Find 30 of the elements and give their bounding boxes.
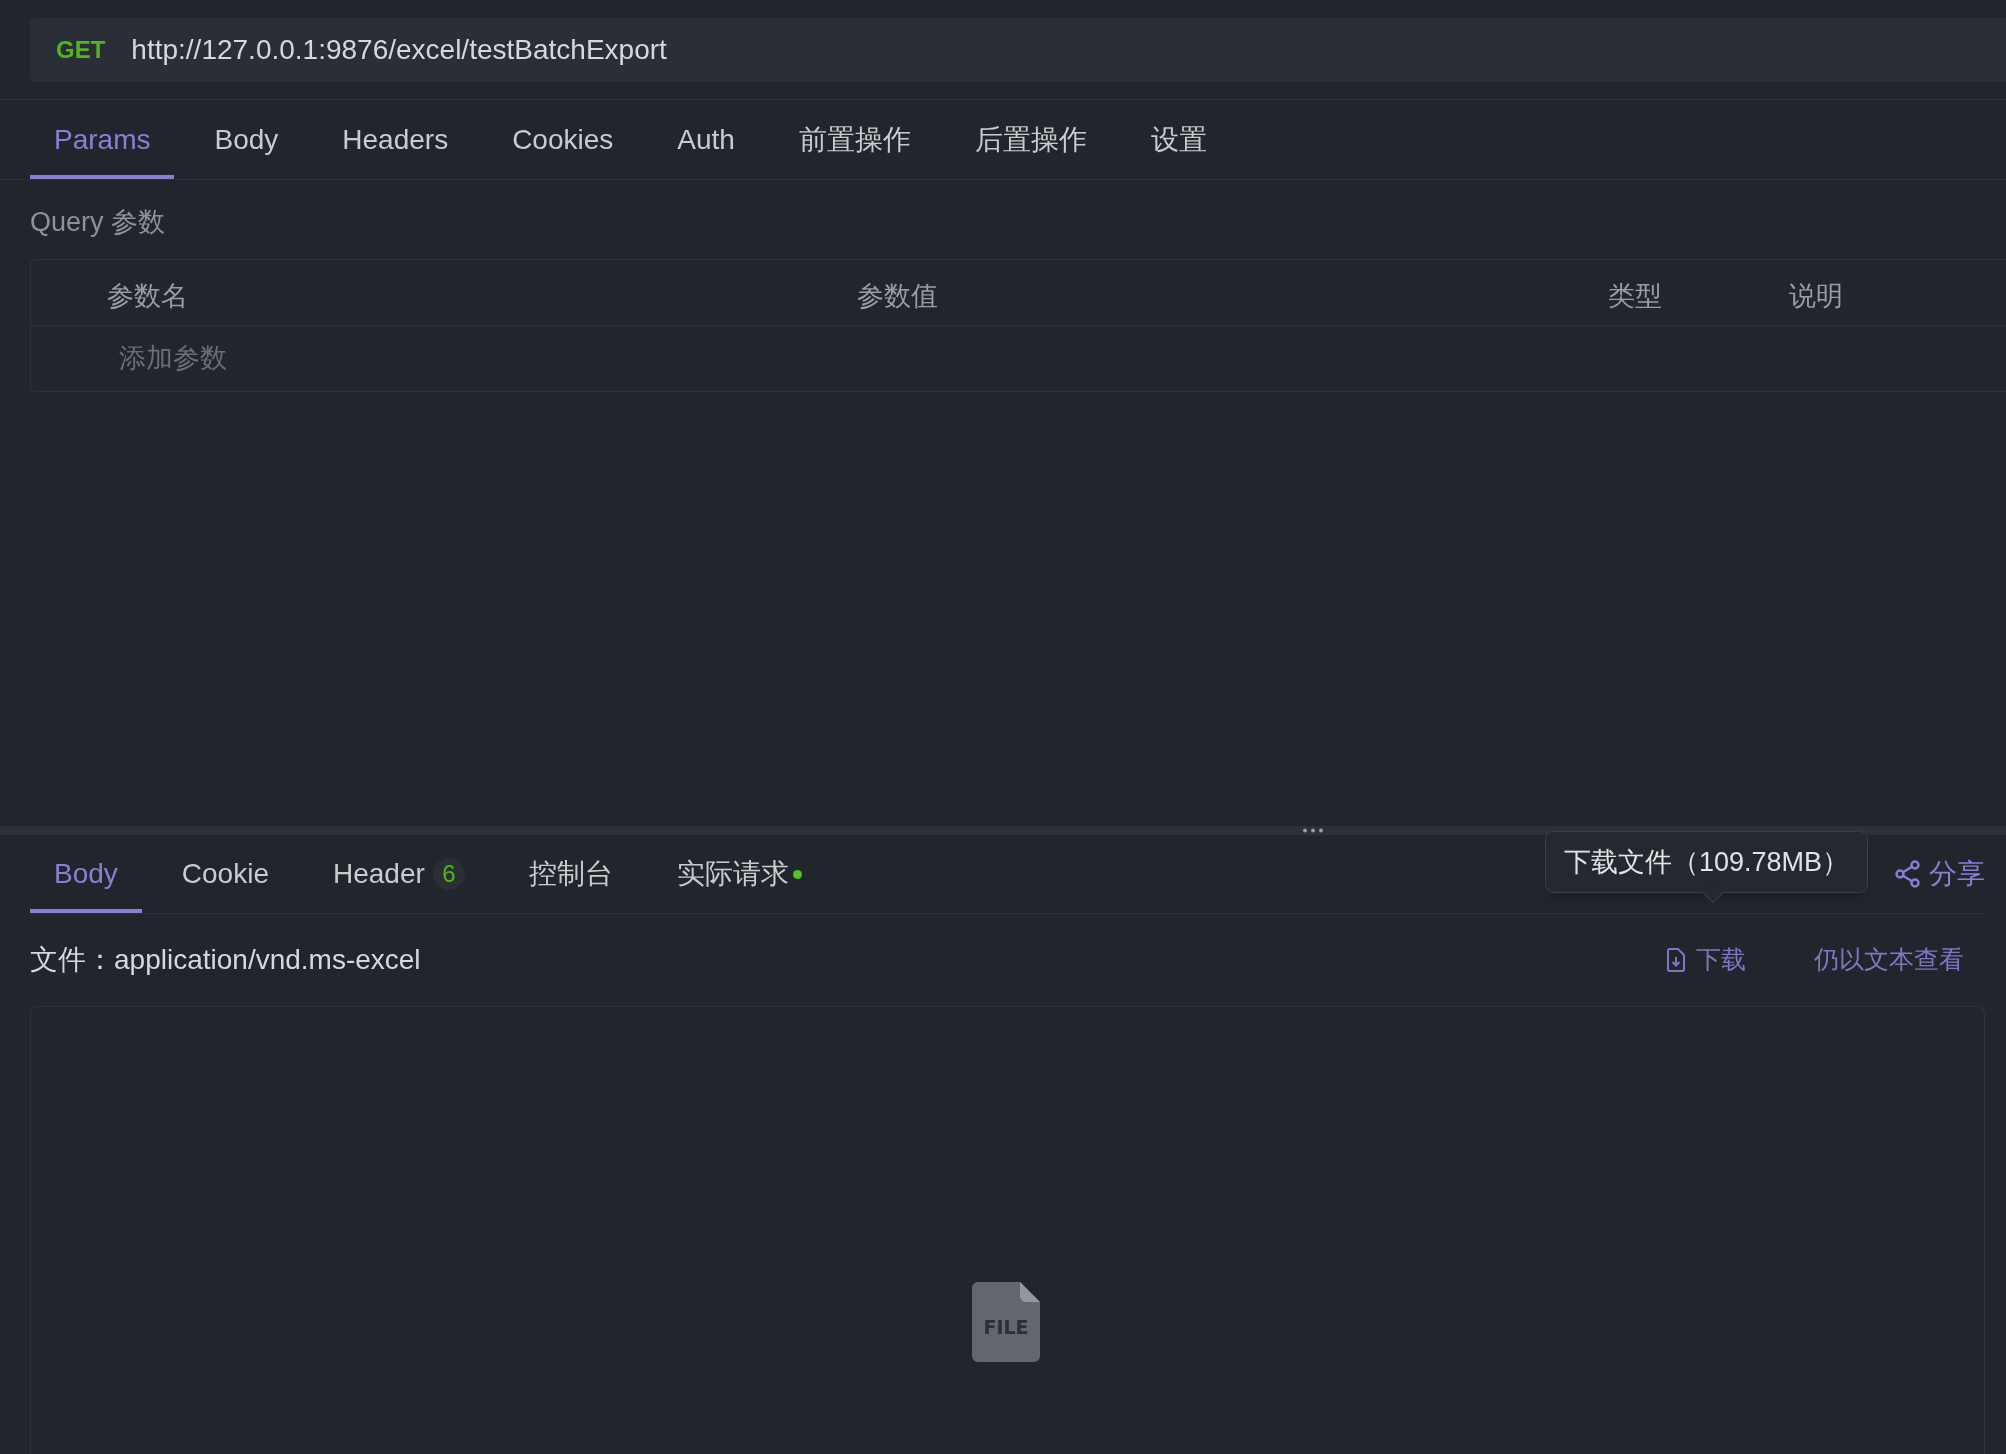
response-tab[interactable]: 控制台 (504, 835, 637, 913)
column-header: 类型 (1608, 279, 1662, 313)
share-button[interactable]: 分享 (1895, 835, 1985, 913)
url-text: http://127.0.0.1:9876/excel/testBatchExport (131, 33, 667, 67)
request-tab[interactable]: 设置 (1126, 100, 1231, 179)
view-as-text-link[interactable]: 仍以文本查看 (1814, 941, 1964, 979)
download-button[interactable]: 下载 (1666, 941, 1746, 979)
response-tab[interactable]: Cookie (157, 835, 293, 913)
request-tab[interactable]: Auth (653, 100, 759, 179)
file-download-icon (1666, 948, 1686, 972)
request-tab[interactable]: Headers (318, 100, 473, 179)
request-tab[interactable]: Body (190, 100, 303, 179)
request-tab[interactable]: 前置操作 (774, 100, 935, 179)
response-tab[interactable]: Body (30, 835, 142, 913)
url-field[interactable]: GET http://127.0.0.1:9876/excel/testBatchExport (30, 18, 2006, 82)
request-tab[interactable]: 后置操作 (950, 100, 1111, 179)
column-header: 说明 (1789, 279, 1843, 313)
request-tab[interactable]: Cookies (488, 100, 638, 179)
column-header: 参数名 (107, 279, 188, 313)
column-header: 参数值 (857, 279, 938, 313)
drag-handle-icon[interactable] (1302, 828, 1324, 833)
response-tab[interactable]: Header 6 (309, 835, 489, 913)
tooltip: 下载文件（109.78MB） (1545, 831, 1869, 893)
method-label: GET (56, 35, 106, 65)
count-badge: 6 (432, 858, 465, 890)
response-tab[interactable]: 实际请求 (652, 835, 826, 913)
file-type-text: 文件：application/vnd.ms-excel (30, 943, 421, 977)
section-label: Query 参数 (30, 207, 166, 237)
share-icon (1895, 860, 1921, 888)
request-tab[interactable]: Params (30, 100, 175, 179)
